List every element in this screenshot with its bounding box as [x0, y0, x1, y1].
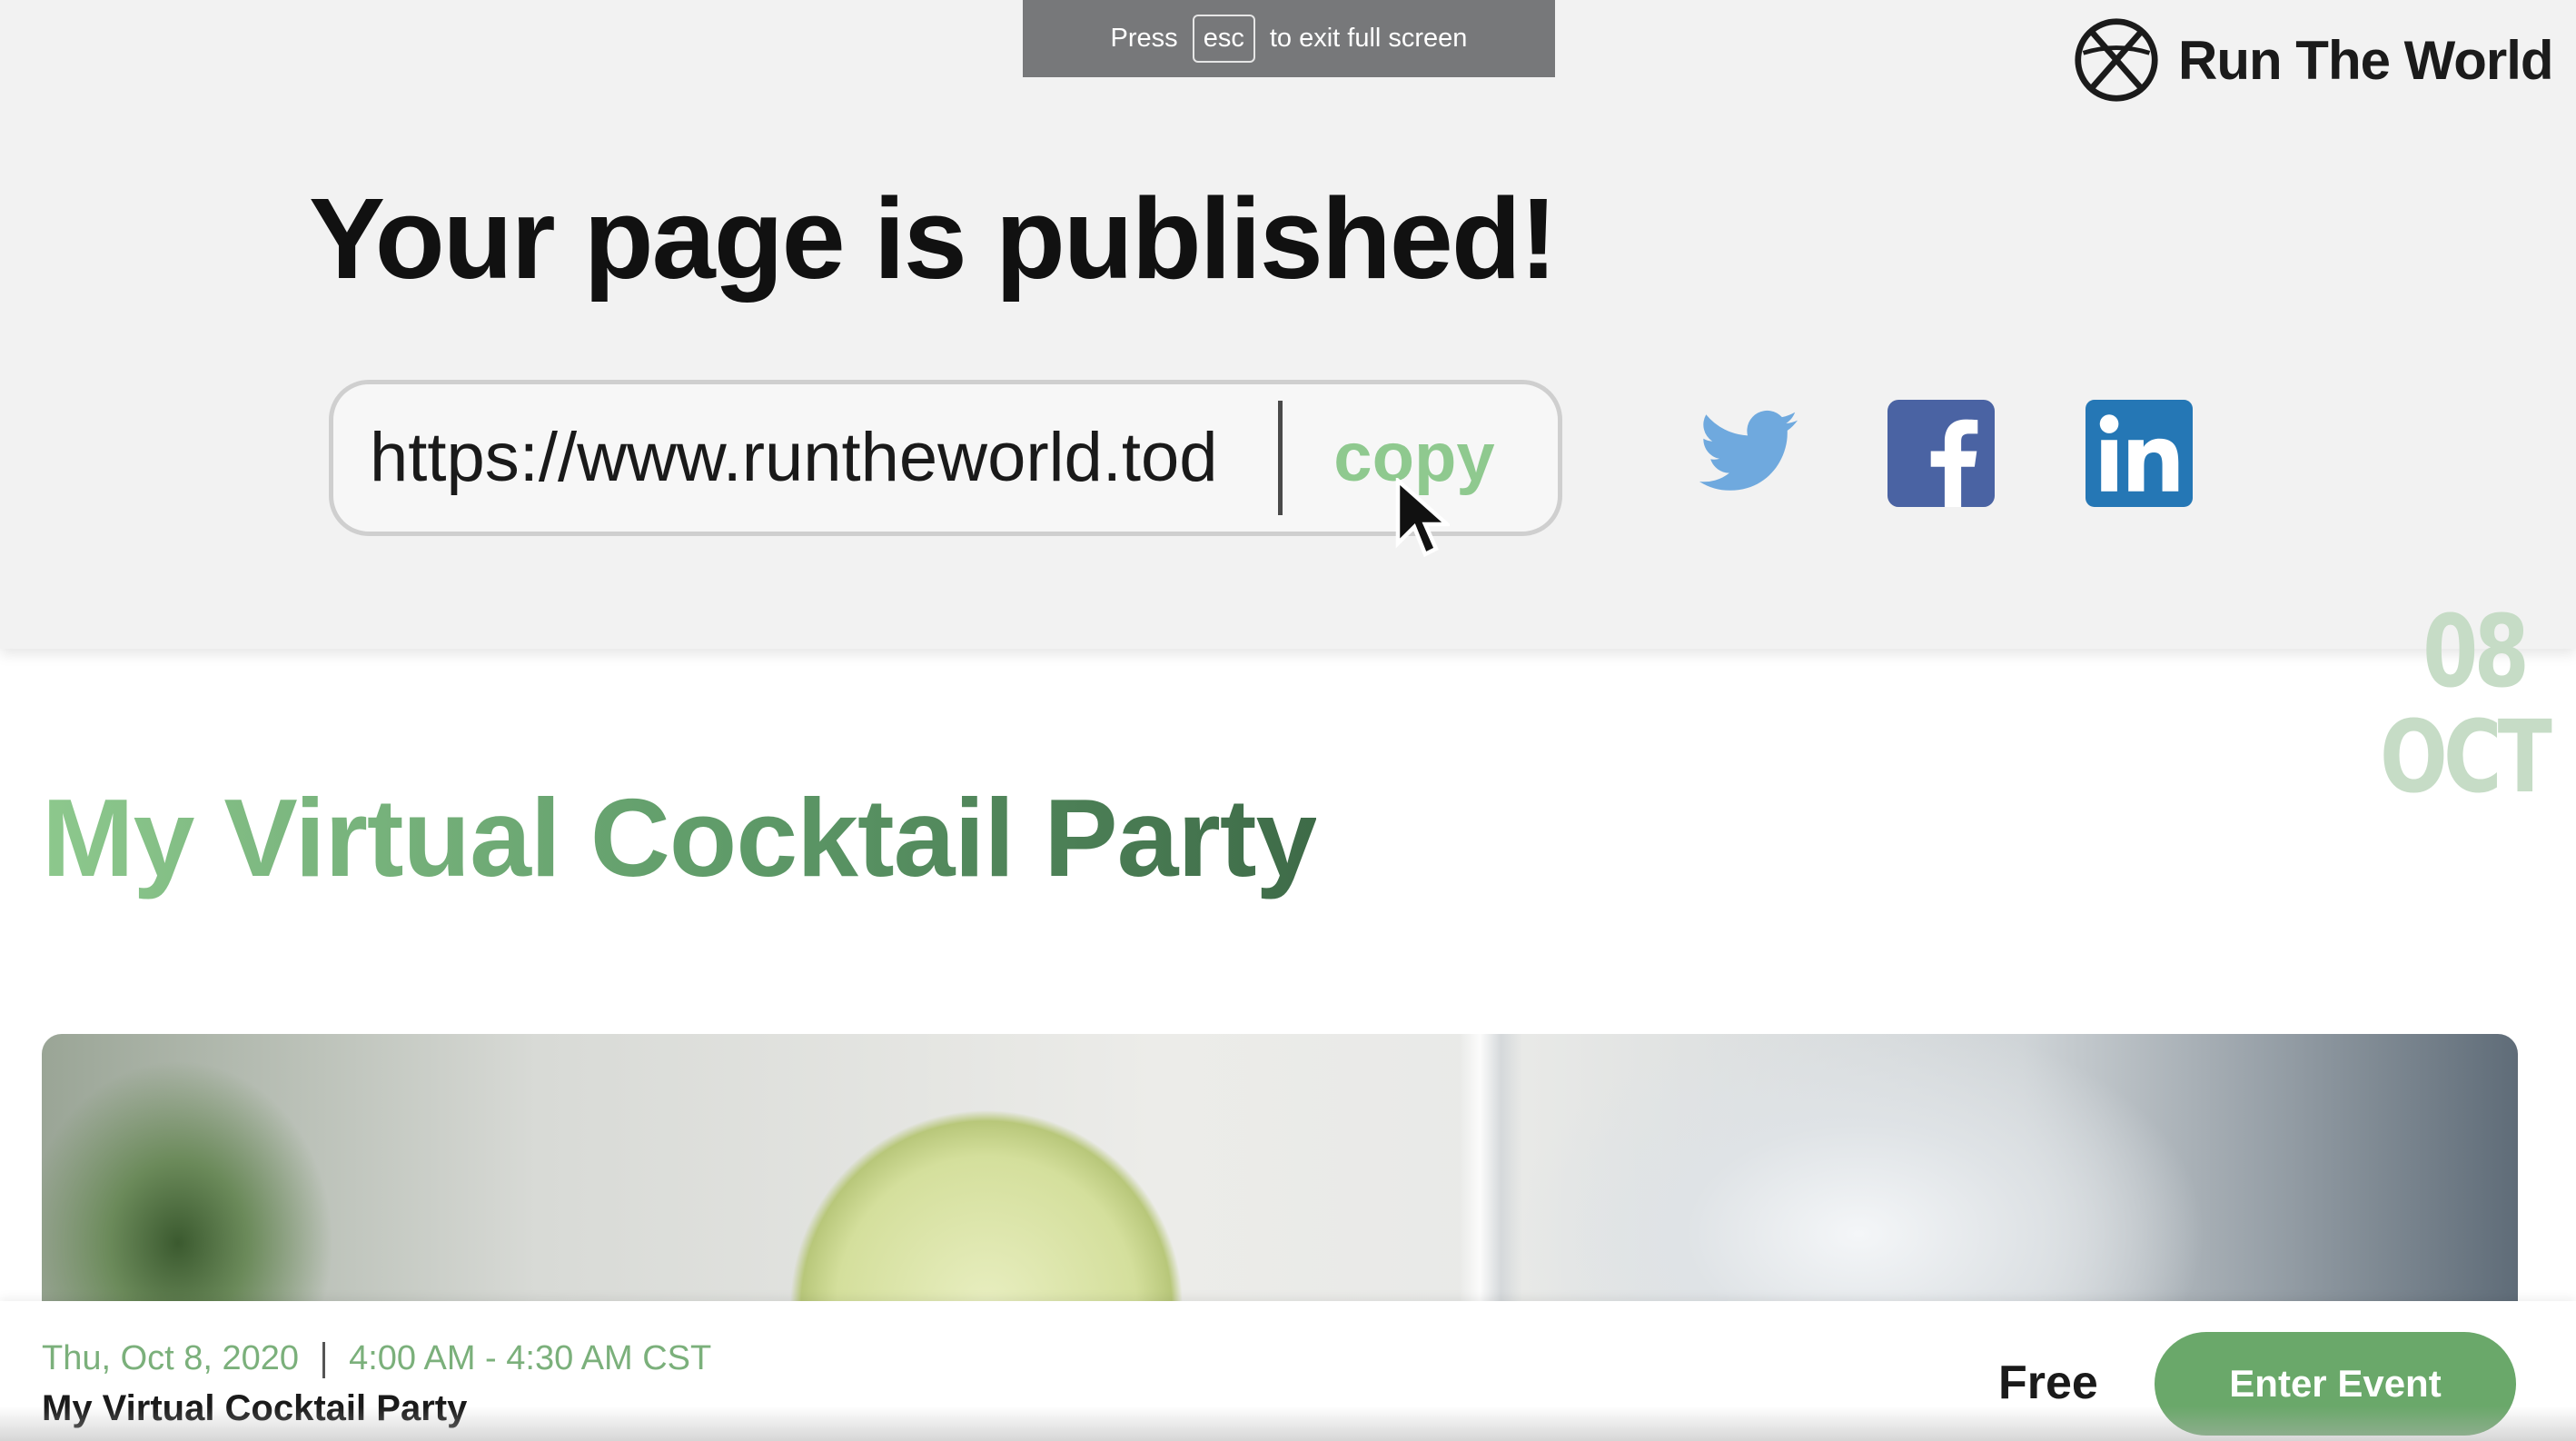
- datetime-separator: [322, 1341, 326, 1378]
- brand[interactable]: Run The World: [2073, 16, 2554, 104]
- brand-name: Run The World: [2178, 29, 2554, 91]
- twitter-icon[interactable]: [1695, 400, 1802, 507]
- publish-headline: Your page is published!: [309, 174, 1558, 303]
- linkedin-icon[interactable]: [2086, 400, 2193, 507]
- fullscreen-press-text: Press: [1110, 24, 1178, 53]
- publish-panel: Press esc to exit full screen Run The Wo…: [0, 0, 2576, 649]
- event-date-day: 08: [2422, 593, 2530, 710]
- globe-x-icon: [2075, 18, 2158, 102]
- event-title: My Virtual Cocktail Party: [42, 776, 1317, 899]
- event-date-text: Thu, Oct 8, 2020: [42, 1339, 300, 1377]
- event-date-badge: 08 OCT: [2343, 599, 2552, 815]
- event-price: Free: [1998, 1357, 2098, 1409]
- share-url-field[interactable]: https://www.runtheworld.tod copy: [329, 380, 1562, 536]
- facebook-icon[interactable]: [1887, 400, 1995, 507]
- bottom-fade: [0, 1406, 2576, 1441]
- fullscreen-notice: Press esc to exit full screen: [1023, 0, 1555, 77]
- fullscreen-rest-text: to exit full screen: [1269, 24, 1468, 53]
- event-datetime: Thu, Oct 8, 2020 4:00 AM - 4:30 AM CST: [42, 1339, 711, 1378]
- mouse-cursor-icon: [1395, 478, 1450, 558]
- event-hero-image: [42, 1034, 2518, 1316]
- event-date-month: OCT: [2380, 698, 2552, 815]
- event-time-text: 4:00 AM - 4:30 AM CST: [349, 1339, 712, 1377]
- text-caret: [1278, 401, 1283, 515]
- hero-pour-stream: [1459, 1034, 1522, 1316]
- esc-key-label: esc: [1192, 15, 1255, 63]
- share-url-value[interactable]: https://www.runtheworld.tod: [370, 384, 1278, 532]
